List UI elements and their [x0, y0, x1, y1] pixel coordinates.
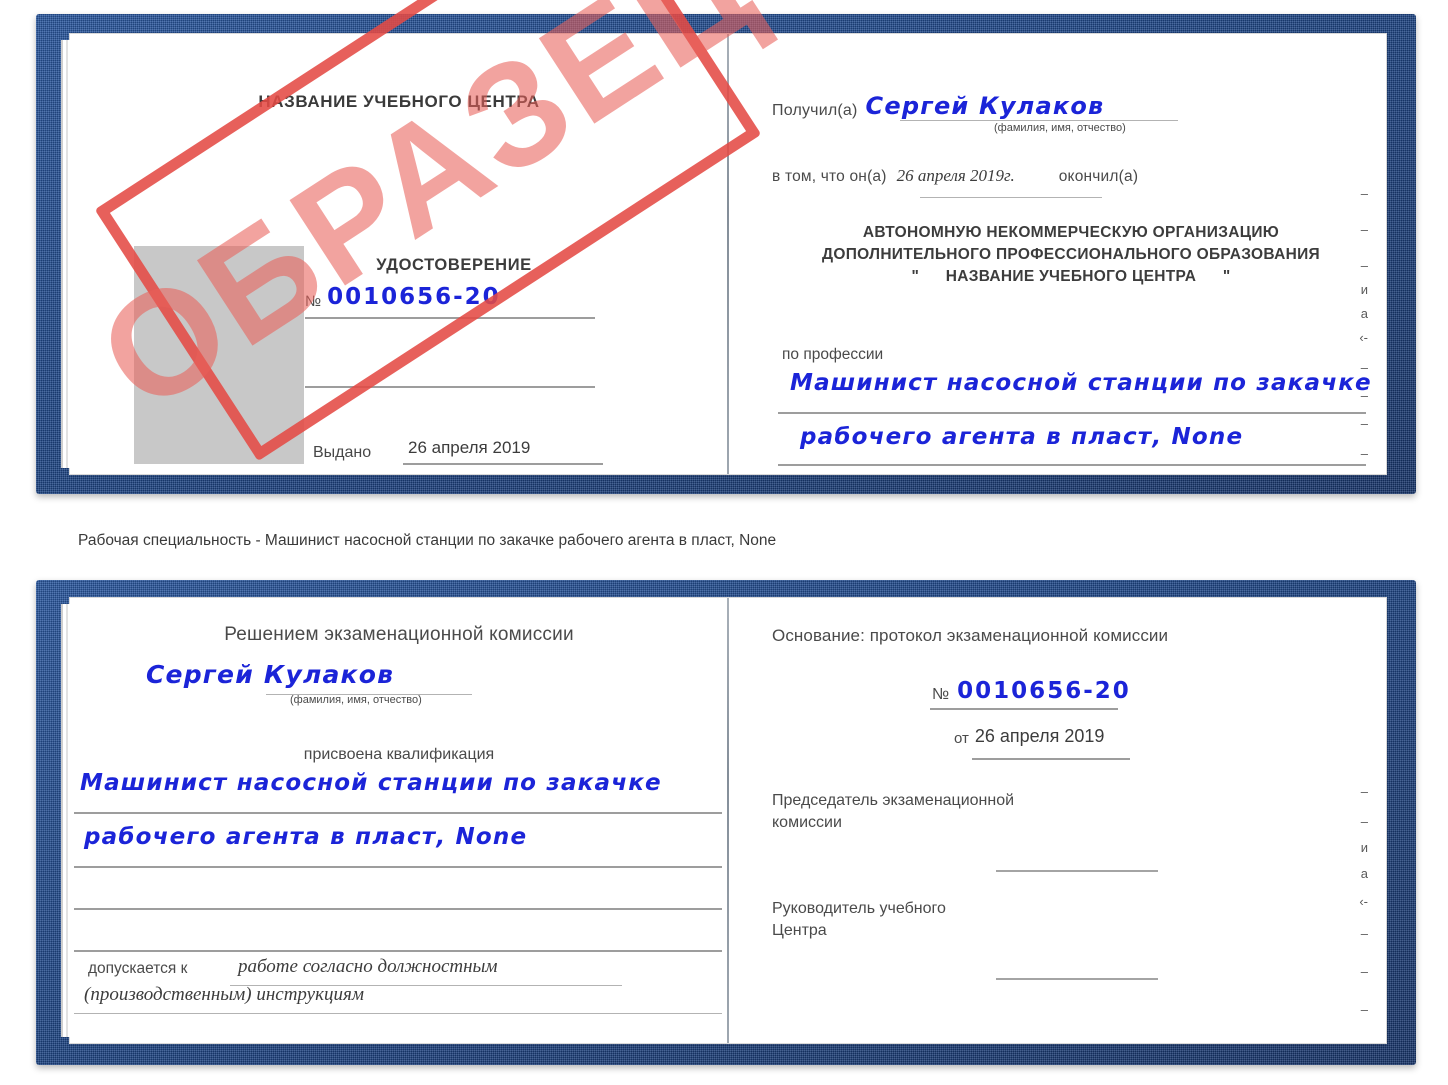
qualification-value-line-1: Машинист насосной станции по закачке [80, 770, 662, 796]
completion-date-rule [920, 197, 1102, 198]
blank-rule-4 [74, 950, 722, 952]
image-caption: Рабочая специальность - Машинист насосно… [78, 532, 777, 549]
issued-value: 26 апреля 2019 [408, 438, 531, 457]
from-value: 26 апреля 2019 [974, 726, 1105, 746]
margin-fragment: а [1360, 866, 1368, 881]
bottom-left-page: Решением экзаменационной комиссии Сергей… [70, 598, 728, 1043]
page-edge-stack-top [61, 40, 70, 468]
margin-fragment: – [1360, 416, 1368, 431]
margin-fragment: ‹- [1359, 330, 1368, 345]
number-symbol: № [305, 293, 322, 310]
margin-fragment: – [1360, 388, 1368, 403]
certificate-book-top: НАЗВАНИЕ УЧЕБНОГО ЦЕНТРА УДОСТОВЕРЕНИЕ №… [36, 0, 1416, 494]
margin-fragment: – [1360, 360, 1368, 375]
margin-fragment: – [1360, 186, 1368, 201]
received-value: Сергей Кулаков [865, 92, 1105, 120]
admitted-value-line-1: работе согласно должностным [238, 956, 498, 977]
photo-placeholder [134, 246, 304, 464]
received-rule [900, 120, 1178, 121]
chairman-signature-block: Председатель экзаменационной комиссии [772, 790, 1014, 834]
qualification-value-line-2: рабочего агента в пласт, None [84, 824, 528, 850]
issued-label: Выдано [313, 444, 372, 461]
admitted-value-line-2: (производственным) инструкциям [84, 984, 364, 1005]
margin-fragment: – [1360, 784, 1368, 799]
protocol-number-symbol: № [932, 686, 950, 703]
name-hint-top: (фамилия, имя, отчество) [994, 122, 1126, 134]
in-that-label: в том, что он(а) [772, 168, 887, 185]
margin-fragment: – [1360, 1002, 1368, 1017]
margin-fragment: и [1360, 840, 1368, 855]
chairman-signature-rule [996, 870, 1158, 872]
issued-rule [403, 463, 603, 465]
top-left-page: НАЗВАНИЕ УЧЕБНОГО ЦЕНТРА УДОСТОВЕРЕНИЕ №… [70, 34, 728, 474]
profession-label: по профессии [782, 346, 884, 363]
organization-line-3-wrap: " НАЗВАНИЕ УЧЕБНОГО ЦЕНТРА " [772, 266, 1370, 288]
certificate-spread-bottom: Решением экзаменационной комиссии Сергей… [61, 598, 1386, 1043]
blank-rule-3 [74, 908, 722, 910]
organization-line-2: ДОПОЛНИТЕЛЬНОГО ПРОФЕССИОНАЛЬНОГО ОБРАЗО… [822, 246, 1320, 263]
quote-open: " [911, 268, 920, 285]
margin-fragment: – [1360, 926, 1368, 941]
margin-fragment: – [1360, 814, 1368, 829]
bottom-right-page: Основание: протокол экзаменационной коми… [728, 598, 1386, 1043]
profession-value-line-2: рабочего агента в пласт, None [800, 424, 1244, 450]
received-row: Получил(а) Сергей Кулаков [772, 92, 1104, 120]
margin-fragment: – [1360, 446, 1368, 461]
top-right-page: Получил(а) Сергей Кулаков (фамилия, имя,… [728, 34, 1386, 474]
margin-fragment: а [1360, 306, 1368, 321]
certificate-scan-page: НАЗВАНИЕ УЧЕБНОГО ЦЕНТРА УДОСТОВЕРЕНИЕ №… [0, 0, 1448, 1085]
chairman-line-2: комиссии [772, 814, 842, 832]
certificate-number-row: № 0010656-20 [305, 284, 501, 310]
margin-fragment: – [1360, 964, 1368, 979]
page-edge-stack-bottom [61, 604, 70, 1037]
margin-fragment: ‹- [1359, 894, 1368, 909]
received-label: Получил(а) [772, 102, 858, 119]
margin-fragment: и [1360, 282, 1368, 297]
organization-line-1: АВТОНОМНУЮ НЕКОММЕРЧЕСКУЮ ОРГАНИЗАЦИЮ [862, 224, 1280, 241]
completion-date-value: 26 апреля 2019г. [896, 166, 1015, 185]
profession-rule-2 [778, 464, 1366, 466]
admitted-rule-2 [74, 1013, 722, 1014]
certificate-spread-top: НАЗВАНИЕ УЧЕБНОГО ЦЕНТРА УДОСТОВЕРЕНИЕ №… [61, 34, 1386, 474]
from-label: от [954, 730, 969, 747]
document-type-title: УДОСТОВЕРЕНИЕ [376, 256, 532, 274]
quote-close: " [1222, 268, 1231, 285]
blank-rule-top-left [305, 386, 595, 388]
basis-label: Основание: протокол экзаменационной коми… [772, 626, 1169, 645]
chairman-line-1: Председатель экзаменационной [772, 792, 1015, 809]
completion-date-row: в том, что он(а) 26 апреля 2019г. окончи… [772, 166, 1138, 186]
finished-label: окончил(а) [1058, 168, 1139, 185]
protocol-number-rule [930, 708, 1118, 710]
admitted-label: допускается к [88, 960, 188, 977]
qualification-rule-2 [74, 866, 722, 868]
protocol-date-rule [972, 758, 1130, 760]
head-line-2: Центра [772, 922, 827, 940]
head-signature-block: Руководитель учебного Центра [772, 898, 946, 942]
commission-decision-title: Решением экзаменационной комиссии [224, 624, 574, 645]
profession-rule-1 [778, 412, 1366, 414]
certificate-book-bottom: Решением экзаменационной комиссии Сергей… [36, 580, 1416, 1065]
protocol-number-row: № 0010656-20 [932, 678, 1131, 704]
protocol-date-row: от 26 апреля 2019 [954, 726, 1104, 747]
name-hint-bottom: (фамилия, имя, отчество) [290, 694, 422, 706]
qualification-rule-1 [74, 812, 722, 814]
certificate-number-value: 0010656-20 [327, 284, 501, 310]
margin-fragment: – [1360, 222, 1368, 237]
head-signature-rule [996, 978, 1158, 980]
holder-name-bottom: Сергей Кулаков [146, 660, 395, 689]
training-center-title: НАЗВАНИЕ УЧЕБНОГО ЦЕНТРА [258, 92, 540, 111]
head-line-1: Руководитель учебного [772, 900, 946, 917]
profession-value-line-1: Машинист насосной станции по закачке [790, 370, 1372, 396]
certificate-number-rule [305, 317, 595, 319]
protocol-number-value: 0010656-20 [957, 678, 1131, 704]
organization-block: АВТОНОМНУЮ НЕКОММЕРЧЕСКУЮ ОРГАНИЗАЦИЮ ДО… [772, 222, 1370, 288]
qualification-label: присвоена квалификация [303, 746, 495, 763]
margin-fragment: – [1360, 258, 1368, 273]
organization-line-3: НАЗВАНИЕ УЧЕБНОГО ЦЕНТРА [945, 268, 1197, 285]
